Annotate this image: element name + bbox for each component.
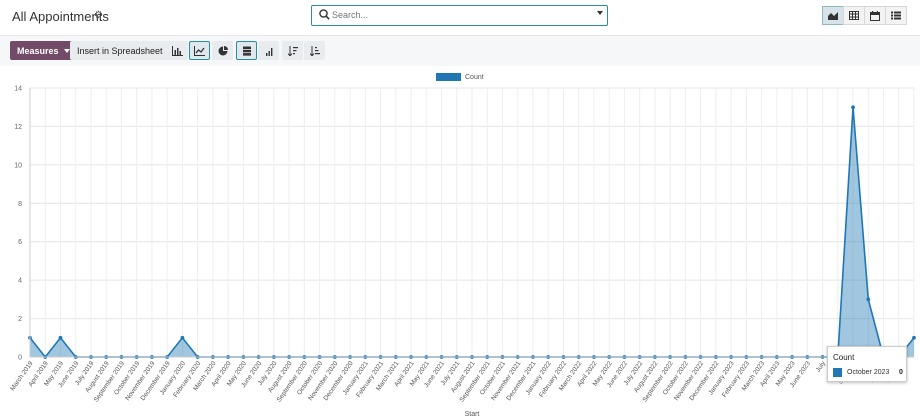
line-chart-icon xyxy=(194,45,205,56)
y-tick-label: 6 xyxy=(18,239,22,246)
data-point xyxy=(180,335,185,340)
y-tick-label: 12 xyxy=(14,124,22,131)
data-point xyxy=(912,335,916,340)
tooltip-label: October 2023 xyxy=(847,369,890,376)
y-tick-label: 4 xyxy=(18,278,22,285)
sort-ascending-icon xyxy=(309,45,320,56)
stack-icon xyxy=(242,46,251,56)
view-switcher xyxy=(822,6,907,25)
y-tick-label: 14 xyxy=(14,86,22,93)
x-tick-label: July xyxy=(815,360,828,374)
calendar-view-button[interactable] xyxy=(864,6,886,25)
data-point xyxy=(851,105,855,110)
stacked-toggle-button[interactable] xyxy=(236,41,257,60)
y-tick-label: 10 xyxy=(14,162,22,169)
area-chart-icon xyxy=(828,12,838,20)
data-point xyxy=(866,297,871,302)
sort-descending-icon xyxy=(287,45,298,56)
pie-chart-icon xyxy=(218,45,228,55)
measures-label: Measures xyxy=(17,45,59,56)
data-point xyxy=(58,335,63,340)
tooltip-swatch xyxy=(833,368,842,377)
y-tick-label: 8 xyxy=(18,201,22,208)
line-chart-button[interactable] xyxy=(189,41,210,60)
chevron-down-icon xyxy=(63,48,70,53)
insert-spreadsheet-button[interactable]: Insert in Spreadsheet xyxy=(70,41,170,60)
pie-chart-button[interactable] xyxy=(212,41,233,60)
cumulative-bars-icon xyxy=(265,47,272,56)
sort-descending-button[interactable] xyxy=(282,41,303,60)
tooltip-title: Count xyxy=(833,353,855,362)
bar-chart-button[interactable] xyxy=(167,41,188,60)
graph-toolbar: Measures Insert in Spreadsheet xyxy=(0,35,920,66)
calendar-icon xyxy=(870,10,880,21)
list-view-button[interactable] xyxy=(885,6,907,25)
search-icon xyxy=(319,9,330,20)
graph-view-button[interactable] xyxy=(822,6,844,25)
gear-icon[interactable]: ⚙ xyxy=(94,10,103,21)
measures-button[interactable]: Measures xyxy=(10,41,77,60)
search-dropdown-icon[interactable] xyxy=(597,11,603,15)
tooltip-value: 0 xyxy=(899,369,903,376)
line-chart-canvas[interactable]: 02468101214March 2019April 2019May 2019J… xyxy=(0,66,920,420)
list-icon xyxy=(891,11,901,20)
sort-ascending-button[interactable] xyxy=(304,41,325,60)
table-icon xyxy=(849,11,859,20)
insert-spreadsheet-label: Insert in Spreadsheet xyxy=(77,45,163,56)
chart-tooltip: Count October 2023 0 xyxy=(827,346,907,382)
bar-chart-icon xyxy=(172,45,183,56)
search-bar[interactable] xyxy=(311,5,608,26)
control-panel: All Appointments ⚙ xyxy=(0,0,920,34)
search-input[interactable] xyxy=(332,7,587,22)
y-tick-label: 2 xyxy=(18,316,22,323)
cumulative-toggle-button[interactable] xyxy=(258,41,279,60)
pivot-view-button[interactable] xyxy=(843,6,865,25)
x-axis-title: Start xyxy=(465,411,480,418)
y-tick-label: 0 xyxy=(18,355,22,362)
